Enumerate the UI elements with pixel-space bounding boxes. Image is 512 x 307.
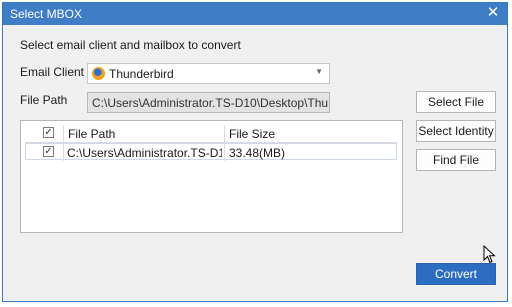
column-separator xyxy=(224,125,225,142)
column-header-file-size[interactable]: File Size xyxy=(229,127,275,141)
table-header: ✓ File Path File Size xyxy=(25,125,397,143)
column-separator xyxy=(63,125,64,142)
column-separator xyxy=(63,144,64,161)
instruction-text: Select email client and mailbox to conve… xyxy=(20,38,241,52)
table-row[interactable]: ✓ C:\Users\Administrator.TS-D10\De... 33… xyxy=(25,143,397,161)
window-title: Select MBOX xyxy=(10,7,83,21)
select-all-checkbox[interactable]: ✓ xyxy=(43,127,54,138)
column-separator xyxy=(224,144,225,161)
find-file-button[interactable]: Find File xyxy=(416,149,496,171)
mailbox-table: ✓ File Path File Size ✓ C:\Users\Adminis… xyxy=(20,120,403,233)
row-checkbox[interactable]: ✓ xyxy=(43,146,54,157)
title-bar[interactable]: Select MBOX ✕ xyxy=(3,3,507,25)
row-file-path: C:\Users\Administrator.TS-D10\De... xyxy=(67,146,222,160)
email-client-value: Thunderbird xyxy=(109,67,174,81)
select-mbox-dialog: Select MBOX ✕ Select email client and ma… xyxy=(2,2,508,302)
select-file-button[interactable]: Select File xyxy=(416,91,496,113)
file-path-field[interactable]: C:\Users\Administrator.TS-D10\Desktop\Th… xyxy=(87,92,330,113)
row-file-size: 33.48(MB) xyxy=(229,146,286,160)
convert-button[interactable]: Convert xyxy=(416,263,496,285)
email-client-dropdown[interactable]: Thunderbird ▼ xyxy=(87,63,330,84)
file-path-label: File Path xyxy=(20,93,68,107)
email-client-label: Email Client xyxy=(20,65,85,79)
select-identity-button[interactable]: Select Identity xyxy=(416,120,496,142)
chevron-down-icon[interactable]: ▼ xyxy=(315,67,323,76)
thunderbird-icon xyxy=(92,67,105,80)
column-header-file-path[interactable]: File Path xyxy=(68,127,115,141)
close-icon[interactable]: ✕ xyxy=(485,4,501,22)
mouse-cursor-icon xyxy=(483,245,496,264)
